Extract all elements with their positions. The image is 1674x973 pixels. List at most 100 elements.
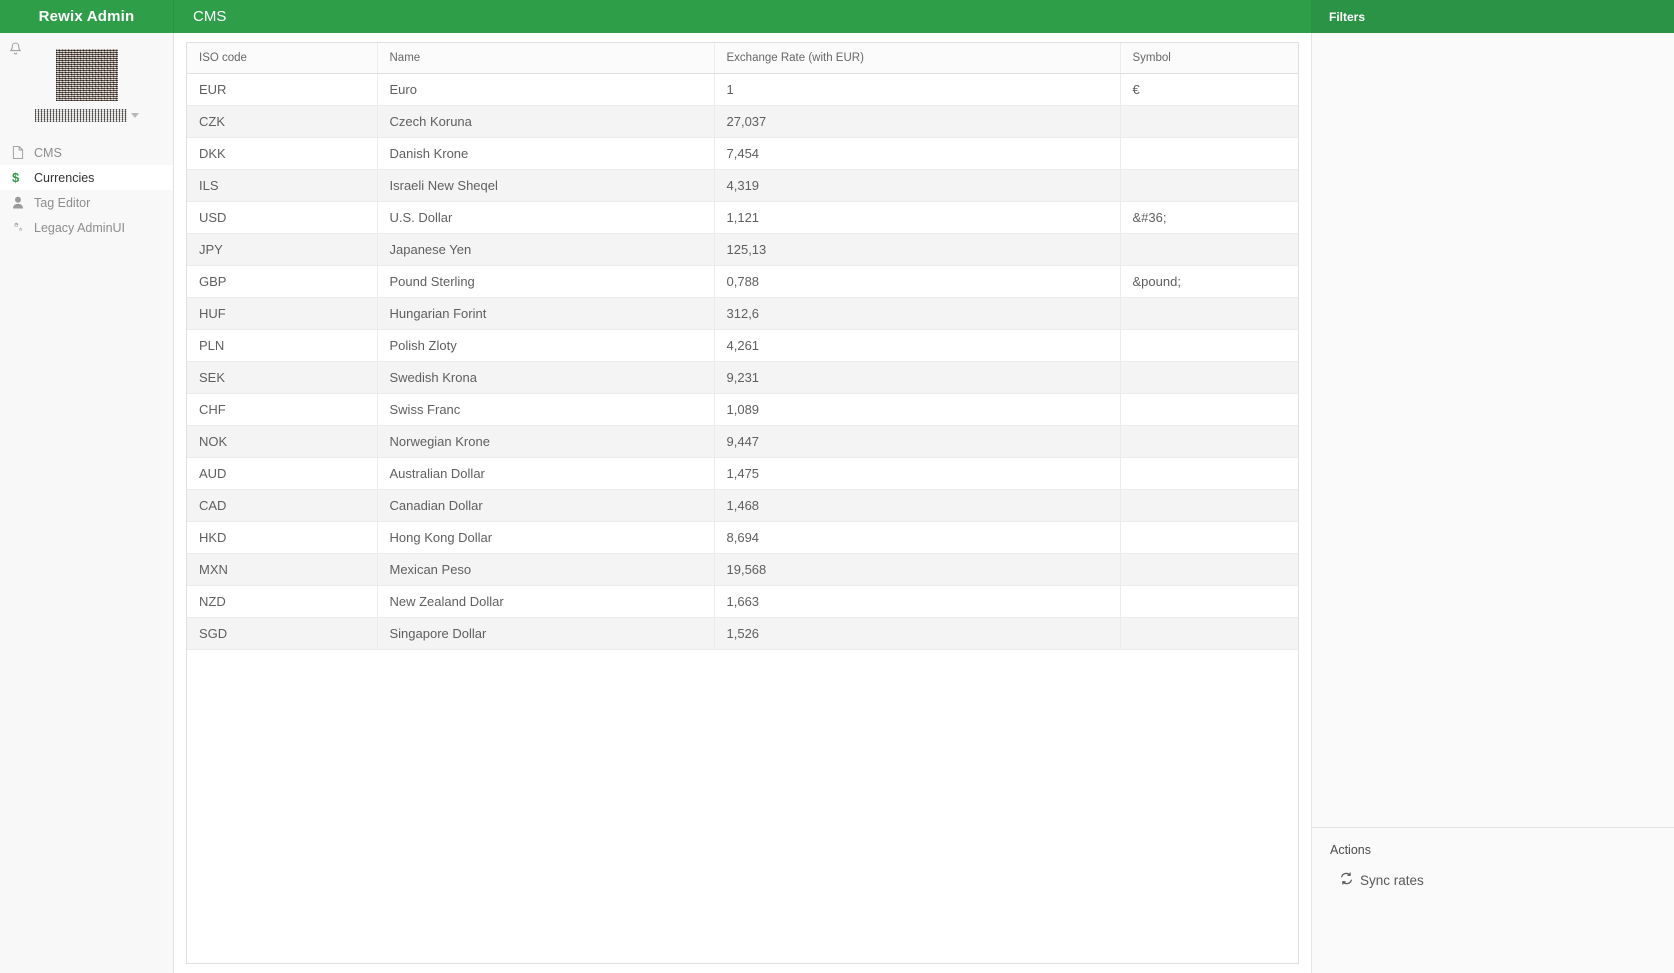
table-row[interactable]: ILS Israeli New Sheqel 4,319 (187, 169, 1298, 202)
cell-symbol (1120, 553, 1298, 586)
table-row[interactable]: GBP Pound Sterling 0,788 &pound; (187, 265, 1298, 298)
table-row[interactable]: SGD Singapore Dollar 1,526 (187, 617, 1298, 650)
cell-iso-code: ILS (187, 169, 378, 202)
column-header-rate[interactable]: Exchange Rate (with EUR) (714, 43, 1121, 74)
table-row[interactable]: CHF Swiss Franc 1,089 (187, 393, 1298, 426)
cell-symbol (1120, 137, 1298, 170)
cell-iso-code: EUR (187, 73, 378, 106)
cell-exchange-rate: 19,568 (714, 553, 1121, 586)
cell-name: Euro (377, 73, 715, 106)
cell-exchange-rate: 7,454 (714, 137, 1121, 170)
cell-symbol (1120, 425, 1298, 458)
cell-iso-code: NZD (187, 585, 378, 618)
table-row[interactable]: DKK Danish Krone 7,454 (187, 137, 1298, 170)
table-row[interactable]: MXN Mexican Peso 19,568 (187, 553, 1298, 586)
cell-iso-code: NOK (187, 425, 378, 458)
table-row[interactable]: CZK Czech Koruna 27,037 (187, 105, 1298, 138)
cell-symbol: &pound; (1120, 265, 1298, 298)
cell-iso-code: HKD (187, 521, 378, 554)
cell-exchange-rate: 312,6 (714, 297, 1121, 330)
table-row[interactable]: JPY Japanese Yen 125,13 (187, 233, 1298, 266)
profile-block[interactable] (0, 33, 173, 122)
sync-rates-label: Sync rates (1360, 872, 1424, 888)
column-header-iso[interactable]: ISO code (187, 43, 378, 74)
cell-iso-code: SEK (187, 361, 378, 394)
table-row[interactable]: CAD Canadian Dollar 1,468 (187, 489, 1298, 522)
sidebar-item-cms[interactable]: CMS (0, 140, 173, 165)
cell-symbol (1120, 233, 1298, 266)
cell-name: Mexican Peso (377, 553, 715, 586)
table-row[interactable]: PLN Polish Zloty 4,261 (187, 329, 1298, 362)
filters-header: Filters (1311, 0, 1674, 33)
cell-name: Hungarian Forint (377, 297, 715, 330)
chevron-down-icon[interactable] (130, 113, 139, 118)
profile-username (34, 109, 127, 122)
user-icon (12, 196, 34, 209)
table-row[interactable]: SEK Swedish Krona 9,231 (187, 361, 1298, 394)
cell-symbol (1120, 457, 1298, 490)
cell-exchange-rate: 1,526 (714, 617, 1121, 650)
sidebar-item-label: Currencies (34, 170, 95, 185)
table-row[interactable]: USD U.S. Dollar 1,121 &#36; (187, 201, 1298, 234)
sidebar-item-label: Legacy AdminUI (34, 220, 126, 235)
cell-name: Hong Kong Dollar (377, 521, 715, 554)
cell-iso-code: GBP (187, 265, 378, 298)
cell-symbol (1120, 361, 1298, 394)
sync-icon (1340, 872, 1353, 888)
cell-exchange-rate: 8,694 (714, 521, 1121, 554)
cell-symbol (1120, 585, 1298, 618)
dollar-icon: $ (12, 170, 20, 185)
cell-exchange-rate: 27,037 (714, 105, 1121, 138)
sidebar-nav: CMS $ Currencies Tag Editor Legacy Admin… (0, 140, 173, 240)
cogs-icon (12, 221, 34, 234)
brand-title[interactable]: Rewix Admin (0, 0, 174, 33)
cell-symbol (1120, 393, 1298, 426)
filters-body (1312, 33, 1674, 827)
cell-exchange-rate: 4,319 (714, 169, 1121, 202)
sidebar: CMS $ Currencies Tag Editor Legacy Admin… (0, 33, 174, 973)
table-row[interactable]: NOK Norwegian Krone 9,447 (187, 425, 1298, 458)
cell-exchange-rate: 9,447 (714, 425, 1121, 458)
actions-section: Actions Sync rates (1312, 827, 1674, 888)
cell-iso-code: MXN (187, 553, 378, 586)
cell-exchange-rate: 1,121 (714, 201, 1121, 234)
cell-exchange-rate: 9,231 (714, 361, 1121, 394)
sidebar-item-legacy-adminui[interactable]: Legacy AdminUI (0, 215, 173, 240)
cell-symbol (1120, 617, 1298, 650)
cell-exchange-rate: 1,089 (714, 393, 1121, 426)
right-panel: Actions Sync rates (1311, 33, 1674, 973)
sidebar-item-label: Tag Editor (34, 195, 91, 210)
cell-name: Polish Zloty (377, 329, 715, 362)
cell-exchange-rate: 0,788 (714, 265, 1121, 298)
column-header-symbol[interactable]: Symbol (1120, 43, 1298, 74)
table-header: ISO code Name Exchange Rate (with EUR) S… (187, 43, 1298, 74)
page-title: CMS (193, 8, 227, 25)
table-row[interactable]: HKD Hong Kong Dollar 8,694 (187, 521, 1298, 554)
avatar[interactable] (55, 49, 118, 101)
bell-icon[interactable] (6, 40, 24, 58)
cell-exchange-rate: 1,663 (714, 585, 1121, 618)
cell-name: Czech Koruna (377, 105, 715, 138)
cell-name: U.S. Dollar (377, 201, 715, 234)
cell-name: Australian Dollar (377, 457, 715, 490)
table-row[interactable]: NZD New Zealand Dollar 1,663 (187, 585, 1298, 618)
sidebar-item-tag-editor[interactable]: Tag Editor (0, 190, 173, 215)
cell-iso-code: SGD (187, 617, 378, 650)
actions-title: Actions (1330, 843, 1371, 857)
table-row[interactable]: HUF Hungarian Forint 312,6 (187, 297, 1298, 330)
table-row[interactable]: AUD Australian Dollar 1,475 (187, 457, 1298, 490)
cell-iso-code: CAD (187, 489, 378, 522)
sync-rates-button[interactable]: Sync rates (1312, 872, 1674, 888)
main-content: ISO code Name Exchange Rate (with EUR) S… (175, 33, 1311, 973)
table-row[interactable]: EUR Euro 1 € (187, 73, 1298, 106)
cell-iso-code: JPY (187, 233, 378, 266)
cell-symbol (1120, 521, 1298, 554)
currencies-table: ISO code Name Exchange Rate (with EUR) S… (187, 43, 1298, 650)
cell-name: Canadian Dollar (377, 489, 715, 522)
profile-name-row[interactable] (34, 109, 139, 122)
cell-symbol (1120, 329, 1298, 362)
column-header-name[interactable]: Name (377, 43, 715, 74)
cell-name: Norwegian Krone (377, 425, 715, 458)
currencies-table-card: ISO code Name Exchange Rate (with EUR) S… (186, 42, 1299, 964)
sidebar-item-currencies[interactable]: $ Currencies (0, 165, 173, 190)
